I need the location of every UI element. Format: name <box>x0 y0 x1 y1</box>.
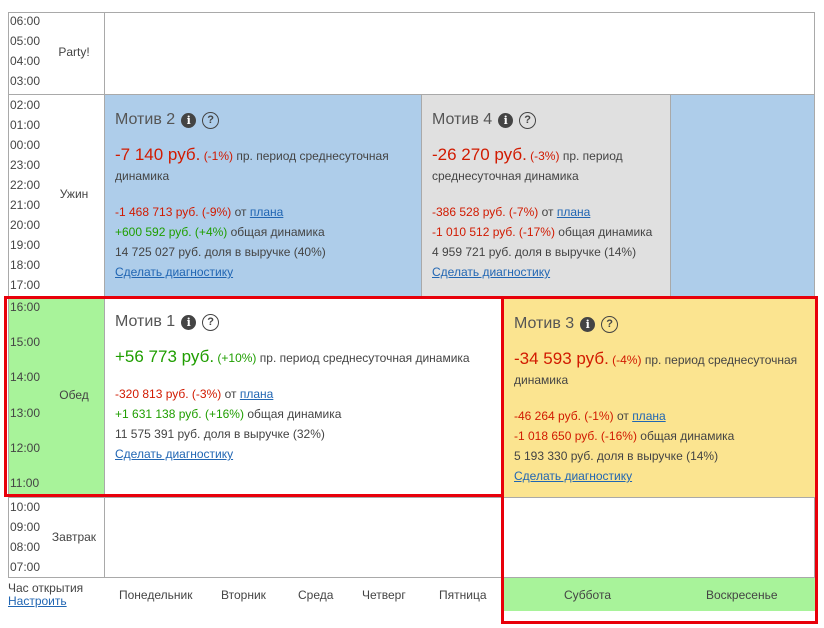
question-icon[interactable]: ? <box>202 111 220 129</box>
question-icon[interactable]: ? <box>519 111 537 129</box>
total-dynamics-label: общая динамика <box>230 225 325 239</box>
cell-divider <box>421 95 422 296</box>
motive-4-header: Мотив 4 i ? <box>432 109 660 131</box>
row-label-dinner: Ужин <box>59 187 89 201</box>
hour-label: 01:00 <box>10 118 41 132</box>
hour-label: 02:00 <box>10 98 41 112</box>
total-dynamics-label: общая динамика <box>558 225 653 239</box>
motive-4-cell[interactable]: Мотив 4 i ? -26 270 руб. (-3%) пр. перио… <box>422 95 670 296</box>
hour-label: 19:00 <box>10 238 41 252</box>
motive-2-details: -1 468 713 руб. (-9%) от плана +600 592 … <box>115 202 411 282</box>
motive-title: Мотив 2 <box>115 111 176 128</box>
hour-label: 10:00 <box>10 500 41 514</box>
info-icon[interactable]: i <box>498 112 514 128</box>
hour-label: 00:00 <box>10 138 41 152</box>
plan-deviation: -386 528 руб. (-7%) <box>432 205 539 219</box>
hour-label: 09:00 <box>10 520 41 534</box>
total-dynamics-amount: +600 592 руб. (+4%) <box>115 225 228 239</box>
day-friday[interactable]: Пятница <box>439 588 487 602</box>
motive-4-summary: -26 270 руб. (-3%) пр. период среднесуто… <box>432 145 660 186</box>
day-monday[interactable]: Понедельник <box>119 588 192 602</box>
hour-label: 06:00 <box>10 14 41 28</box>
daily-dynamics-amount: -7 140 руб. <box>115 145 201 164</box>
hour-label: 21:00 <box>10 198 41 212</box>
motive-2-header: Мотив 2 i ? <box>115 109 411 131</box>
hour-label: 22:00 <box>10 178 41 192</box>
plan-from-label: от <box>541 205 554 219</box>
hour-label: 07:00 <box>10 560 41 574</box>
row-label-breakfast: Завтрак <box>51 530 97 544</box>
hour-label: 17:00 <box>10 278 41 292</box>
motive-2-summary: -7 140 руб. (-1%) пр. период среднесуточ… <box>115 145 411 186</box>
daily-dynamics-percent: (-3%) <box>530 149 560 163</box>
hour-label: 23:00 <box>10 158 41 172</box>
day-wednesday[interactable]: Среда <box>298 588 333 602</box>
plan-deviation: -1 468 713 руб. (-9%) <box>115 205 232 219</box>
hour-label: 04:00 <box>10 54 41 68</box>
revenue-share: 4 959 721 руб. доля в выручке (14%) <box>432 245 637 259</box>
hour-label: 18:00 <box>10 258 41 272</box>
motive-2-cell[interactable]: Мотив 2 i ? -7 140 руб. (-1%) пр. период… <box>105 95 421 296</box>
plan-from-label: от <box>234 205 247 219</box>
diagnostics-link[interactable]: Сделать диагностику <box>115 265 233 279</box>
info-icon[interactable]: i <box>181 112 197 128</box>
daily-dynamics-amount: -26 270 руб. <box>432 145 527 164</box>
hour-label: 03:00 <box>10 74 41 88</box>
plan-link[interactable]: плана <box>250 205 283 219</box>
day-thursday[interactable]: Четверг <box>362 588 406 602</box>
lunch-row-highlight <box>4 296 504 497</box>
hour-label: 05:00 <box>10 34 41 48</box>
hour-label: 08:00 <box>10 540 41 554</box>
daily-dynamics-percent: (-1%) <box>203 149 234 163</box>
row-label-party: Party! <box>58 45 90 59</box>
sunday-dinner-cell[interactable] <box>671 95 814 296</box>
revenue-share: 14 725 027 руб. доля в выручке (40%) <box>115 245 326 259</box>
motive-4-details: -386 528 руб. (-7%) от плана -1 010 512 … <box>432 202 660 282</box>
total-dynamics-amount: -1 010 512 руб. (-17%) <box>432 225 555 239</box>
day-tuesday[interactable]: Вторник <box>221 588 266 602</box>
diagnostics-link[interactable]: Сделать диагностику <box>432 265 550 279</box>
hour-label: 20:00 <box>10 218 41 232</box>
plan-link[interactable]: плана <box>557 205 590 219</box>
saturday-column-highlight <box>501 296 818 624</box>
motive-title: Мотив 4 <box>432 111 493 128</box>
